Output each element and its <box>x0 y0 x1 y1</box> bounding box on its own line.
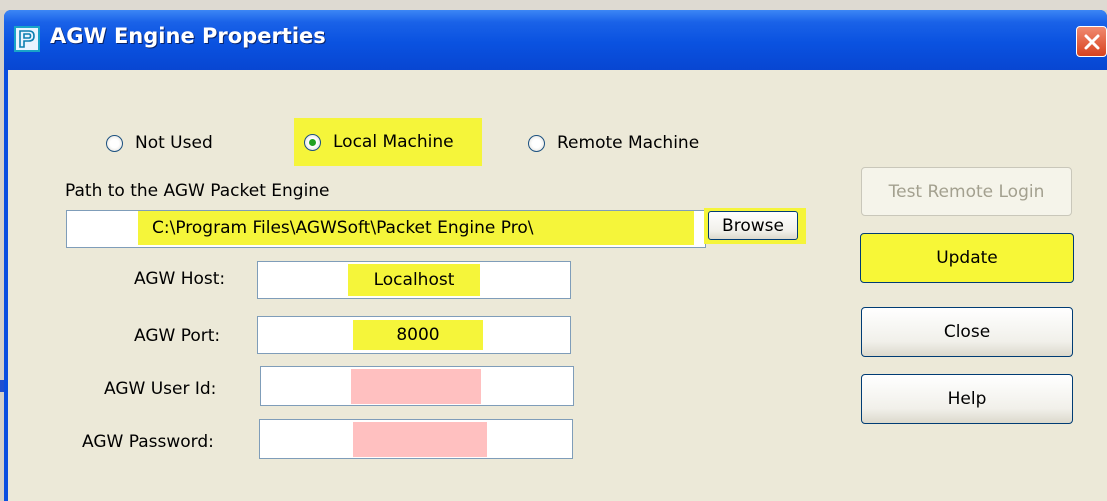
port-value: 8000 <box>353 320 483 350</box>
port-label: AGW Port: <box>134 326 221 346</box>
radio-selected-dot <box>309 138 316 146</box>
radio-not-used[interactable]: Not Used <box>106 123 213 163</box>
radio-button-icon[interactable] <box>106 134 123 152</box>
radio-button-icon[interactable] <box>528 134 545 152</box>
path-label: Path to the AGW Packet Engine <box>65 181 330 201</box>
agw-engine-properties-dialog: AGW Engine Properties Not Used Local Mac… <box>4 10 1107 501</box>
title-bar[interactable]: AGW Engine Properties <box>4 10 1107 70</box>
password-label: AGW Password: <box>82 432 214 452</box>
user-id-label: AGW User Id: <box>104 379 217 399</box>
agw-app-icon <box>14 26 40 52</box>
password-redacted <box>353 422 487 457</box>
browse-button[interactable]: Browse <box>708 211 798 240</box>
user-id-redacted <box>351 369 481 404</box>
radio-label-local-machine: Local Machine <box>333 132 454 152</box>
desktop-background <box>0 0 1107 10</box>
radio-label-remote-machine: Remote Machine <box>557 133 700 153</box>
help-button[interactable]: Help <box>861 374 1073 424</box>
radio-remote-machine[interactable]: Remote Machine <box>528 123 699 163</box>
host-label: AGW Host: <box>134 269 226 289</box>
radio-local-machine[interactable]: Local Machine <box>294 118 482 166</box>
test-remote-login-button[interactable]: Test Remote Login <box>861 167 1072 216</box>
close-icon[interactable] <box>1076 26 1107 57</box>
radio-label-not-used: Not Used <box>135 133 213 153</box>
update-button[interactable]: Update <box>860 233 1074 283</box>
radio-button-selected-icon[interactable] <box>304 133 321 151</box>
close-button[interactable]: Close <box>861 307 1073 357</box>
dialog-body: Not Used Local Machine Remote Machine Pa… <box>8 70 1107 501</box>
window-title: AGW Engine Properties <box>50 24 326 48</box>
host-value: Localhost <box>348 264 480 296</box>
path-value: C:\Program Files\AGWSoft\Packet Engine P… <box>138 211 694 245</box>
